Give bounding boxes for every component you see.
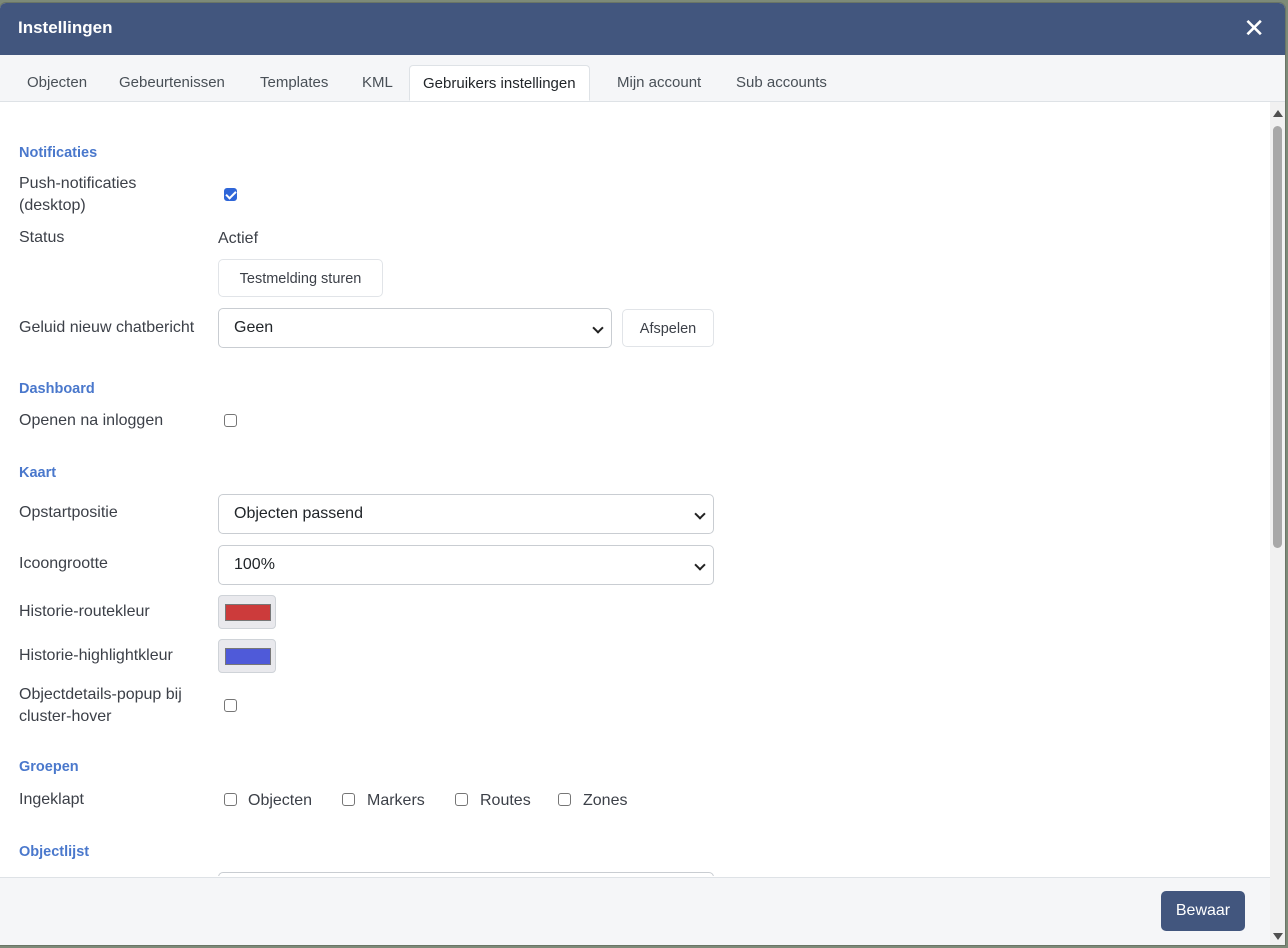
status-value: Actief: [218, 230, 259, 247]
icon-size-select[interactable]: 100%: [218, 545, 714, 585]
tab-mijn-account[interactable]: Mijn account: [604, 65, 714, 101]
play-sound-button[interactable]: Afspelen: [622, 309, 714, 347]
route-color-swatch: [225, 604, 271, 621]
push-notifications-label: Push-notificaties (desktop): [19, 173, 136, 217]
startup-position-select[interactable]: Objecten passend: [218, 494, 714, 534]
tab-gebruikers-instellingen[interactable]: Gebruikers instellingen: [409, 65, 590, 101]
objectlist-select[interactable]: [218, 872, 714, 876]
startup-position-label: Opstartpositie: [19, 504, 118, 521]
highlight-color-label: Historie-highlightkleur: [19, 647, 173, 664]
group-routes-label: Routes: [480, 792, 531, 809]
group-markers-checkbox[interactable]: [342, 793, 355, 806]
push-label-line1: Push-notificaties: [19, 175, 137, 192]
settings-content: Notificaties Push-notificaties (desktop)…: [0, 102, 1270, 876]
push-notifications-checkbox[interactable]: [224, 188, 237, 201]
close-icon[interactable]: ✕: [1243, 13, 1265, 43]
tab-kml[interactable]: KML: [349, 65, 406, 101]
tab-objecten[interactable]: Objecten: [14, 65, 100, 101]
settings-modal: Instellingen ✕ Objecten Gebeurtenissen T…: [0, 3, 1285, 945]
popup-label-line2: cluster-hover: [19, 708, 112, 725]
open-after-login-label: Openen na inloggen: [19, 412, 164, 429]
save-button[interactable]: Bewaar: [1161, 891, 1245, 931]
highlight-color-picker[interactable]: [218, 639, 276, 673]
scroll-thumb[interactable]: [1273, 126, 1282, 548]
modal-footer: Bewaar: [0, 877, 1270, 945]
route-color-label: Historie-routekleur: [19, 603, 150, 620]
tab-gebeurtenissen[interactable]: Gebeurtenissen: [106, 65, 238, 101]
open-after-login-checkbox[interactable]: [224, 414, 237, 427]
vertical-scrollbar[interactable]: [1270, 102, 1285, 945]
status-label: Status: [19, 229, 65, 246]
section-kaart-title: Kaart: [19, 465, 57, 481]
sound-select-value: Geen: [234, 319, 274, 336]
group-objecten-label: Objecten: [248, 792, 313, 809]
group-zones-label: Zones: [583, 792, 628, 809]
icon-size-label: Icoongrootte: [19, 555, 108, 572]
section-objectlijst-title: Objectlijst: [19, 844, 90, 860]
group-zones-checkbox[interactable]: [558, 793, 571, 806]
popup-cluster-checkbox[interactable]: [224, 699, 237, 712]
tab-sub-accounts[interactable]: Sub accounts: [723, 65, 840, 101]
test-notification-button[interactable]: Testmelding sturen: [218, 259, 383, 297]
collapsed-label: Ingeklapt: [19, 791, 84, 808]
popup-label-line1: Objectdetails-popup bij: [19, 686, 182, 703]
scroll-up-icon[interactable]: [1273, 110, 1283, 117]
icon-size-value: 100%: [234, 556, 275, 573]
sound-label: Geluid nieuw chatbericht: [19, 319, 195, 336]
chevron-down-icon: [694, 559, 706, 571]
modal-header: Instellingen ✕: [0, 3, 1285, 55]
section-notificaties-title: Notificaties: [19, 145, 98, 161]
sound-select[interactable]: Geen: [218, 308, 612, 348]
section-dashboard-title: Dashboard: [19, 381, 95, 397]
group-markers-label: Markers: [367, 792, 425, 809]
chevron-down-icon: [694, 508, 706, 520]
push-label-line2: (desktop): [19, 197, 86, 214]
modal-title: Instellingen: [18, 18, 113, 37]
highlight-color-swatch: [225, 648, 271, 665]
tab-bar: Objecten Gebeurtenissen Templates KML Ge…: [0, 55, 1285, 102]
group-routes-checkbox[interactable]: [455, 793, 468, 806]
group-objecten-checkbox[interactable]: [224, 793, 237, 806]
startup-position-value: Objecten passend: [234, 505, 363, 522]
tab-templates[interactable]: Templates: [247, 65, 341, 101]
popup-cluster-label: Objectdetails-popup bij cluster-hover: [19, 684, 182, 728]
section-groepen-title: Groepen: [19, 759, 79, 775]
scroll-down-icon[interactable]: [1273, 933, 1283, 940]
route-color-picker[interactable]: [218, 595, 276, 629]
chevron-down-icon: [592, 322, 604, 334]
